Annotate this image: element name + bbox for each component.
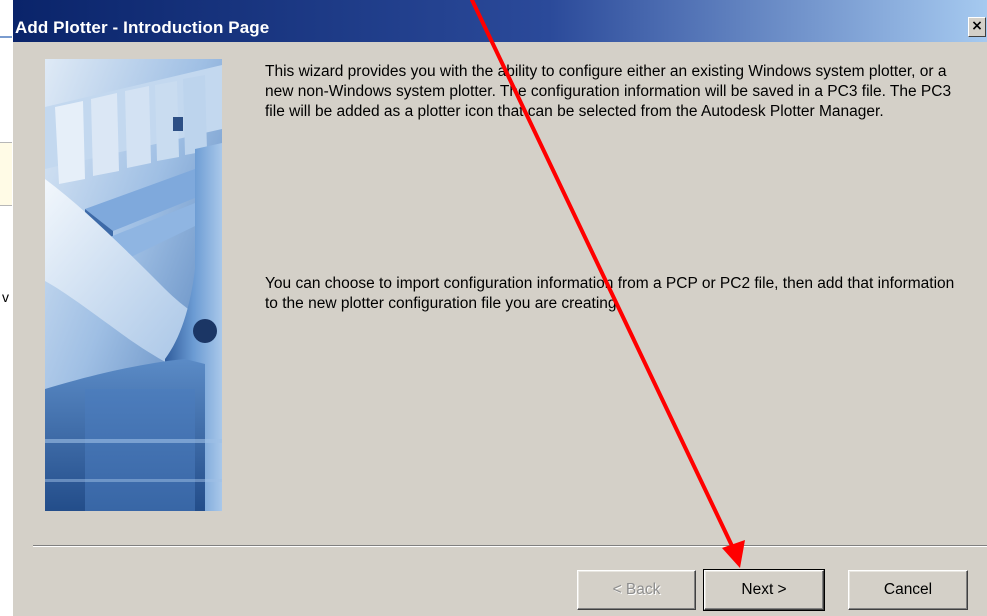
- screen: v Add Plotter - Introduction Page × This…: [0, 0, 987, 616]
- back-button: < Back: [577, 570, 696, 610]
- intro-paragraph-2: You can choose to import configuration i…: [265, 275, 955, 312]
- close-button[interactable]: ×: [968, 17, 986, 37]
- background-window-panel: v: [0, 142, 12, 305]
- close-icon: ×: [971, 18, 983, 34]
- next-button[interactable]: Next >: [703, 569, 825, 611]
- plotter-illustration: [45, 59, 222, 511]
- button-separator: [33, 545, 987, 547]
- intro-paragraph-1: This wizard provides you with the abilit…: [265, 63, 952, 120]
- add-plotter-dialog: Add Plotter - Introduction Page × This w…: [12, 0, 987, 616]
- background-window-band: [0, 36, 12, 38]
- dialog-title: Add Plotter - Introduction Page: [15, 18, 270, 37]
- background-window-text: v: [2, 289, 9, 305]
- cancel-button[interactable]: Cancel: [848, 570, 968, 610]
- title-bar[interactable]: Add Plotter - Introduction Page ×: [13, 0, 987, 42]
